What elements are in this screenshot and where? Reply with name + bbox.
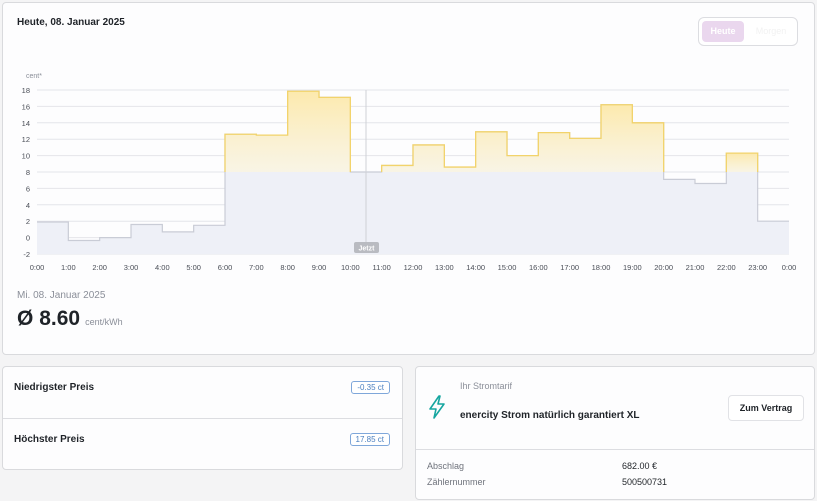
tariff-name: enercity Strom natürlich garantiert XL: [460, 410, 640, 421]
meter-number-label: Zählernummer: [427, 477, 486, 487]
y-tick-label: 8: [26, 168, 30, 177]
x-tick-label: 14:00: [466, 263, 485, 272]
y-tick-label: -2: [23, 250, 30, 259]
avg-unit: cent/kWh: [85, 317, 123, 327]
x-tick-label: 6:00: [218, 263, 233, 272]
y-tick-label: 10: [22, 152, 30, 161]
x-tick-label: 23:00: [748, 263, 767, 272]
highest-price-label: Höchster Preis: [14, 434, 85, 445]
x-tick-label: 21:00: [686, 263, 705, 272]
price-area-high: [381, 104, 664, 172]
y-tick-label: 16: [22, 102, 30, 111]
tariff-card: Ihr Stromtarif enercity Strom natürlich …: [415, 366, 815, 500]
meter-number-value: 500500731: [622, 477, 668, 487]
y-tick-label: 2: [26, 217, 30, 226]
avg-symbol: Ø: [17, 307, 34, 330]
y-tick-label: 18: [22, 86, 30, 95]
y-tick-label: 4: [26, 201, 30, 210]
x-tick-label: 19:00: [623, 263, 642, 272]
tariff-header: Ihr Stromtarif enercity Strom natürlich …: [416, 367, 814, 450]
highest-price-row: Höchster Preis 17.85 ct: [3, 419, 402, 470]
y-tick-label: 6: [26, 184, 30, 193]
x-tick-label: 9:00: [312, 263, 327, 272]
abschlag-label: Abschlag: [427, 461, 465, 471]
price-area-base: [37, 91, 789, 254]
x-tick-label: 13:00: [435, 263, 454, 272]
y-tick-label: 12: [22, 135, 30, 144]
x-tick-label: 15:00: [498, 263, 517, 272]
now-label: Jetzt: [359, 246, 376, 253]
x-tick-label: 22:00: [717, 263, 736, 272]
lowest-price-row: Niedrigster Preis -0.35 ct: [3, 367, 402, 419]
abschlag-value: 682.00 €: [622, 461, 658, 471]
x-tick-label: 20:00: [654, 263, 673, 272]
x-tick-label: 12:00: [404, 263, 423, 272]
x-tick-label: 0:00: [782, 263, 797, 272]
price-chart: cent* 18 16 14 12 10 8 6 4 2 0 -2 Jetzt 0:00 1:00 2:…: [22, 73, 797, 272]
x-tick-label: 7:00: [249, 263, 264, 272]
y-tick-label: 14: [22, 119, 30, 128]
avg-value: 8.60: [39, 307, 81, 330]
x-tick-label: 18:00: [592, 263, 611, 272]
y-tick-label: 0: [26, 234, 30, 243]
x-tick-label: 11:00: [373, 263, 391, 272]
x-tick-label: 1:00: [61, 263, 76, 272]
x-tick-label: 4:00: [155, 263, 170, 272]
price-area-high: [726, 153, 758, 172]
x-tick-label: 3:00: [124, 263, 139, 272]
price-extremes-card: Niedrigster Preis -0.35 ct Höchster Prei…: [2, 366, 403, 470]
x-tick-label: 2:00: [92, 263, 107, 272]
tariff-caption: Ihr Stromtarif: [460, 381, 513, 391]
lowest-price-label: Niedrigster Preis: [14, 382, 95, 393]
x-tick-label: 10:00: [341, 263, 360, 272]
to-contract-button[interactable]: Zum Vertrag: [728, 395, 804, 421]
summary-date: Mi. 08. Januar 2025: [17, 290, 106, 301]
x-tick-label: 0:00: [30, 263, 45, 272]
x-tick-label: 16:00: [529, 263, 548, 272]
y-unit-label: cent*: [26, 73, 42, 80]
lowest-price-badge: -0.35 ct: [351, 381, 390, 394]
average-price: Ø 8.60 cent/kWh: [17, 307, 123, 331]
highest-price-badge: 17.85 ct: [349, 433, 390, 446]
x-tick-label: 17:00: [560, 263, 579, 272]
x-tick-label: 8:00: [280, 263, 295, 272]
x-tick-label: 5:00: [186, 263, 201, 272]
lightning-bolt-icon: [429, 395, 445, 419]
